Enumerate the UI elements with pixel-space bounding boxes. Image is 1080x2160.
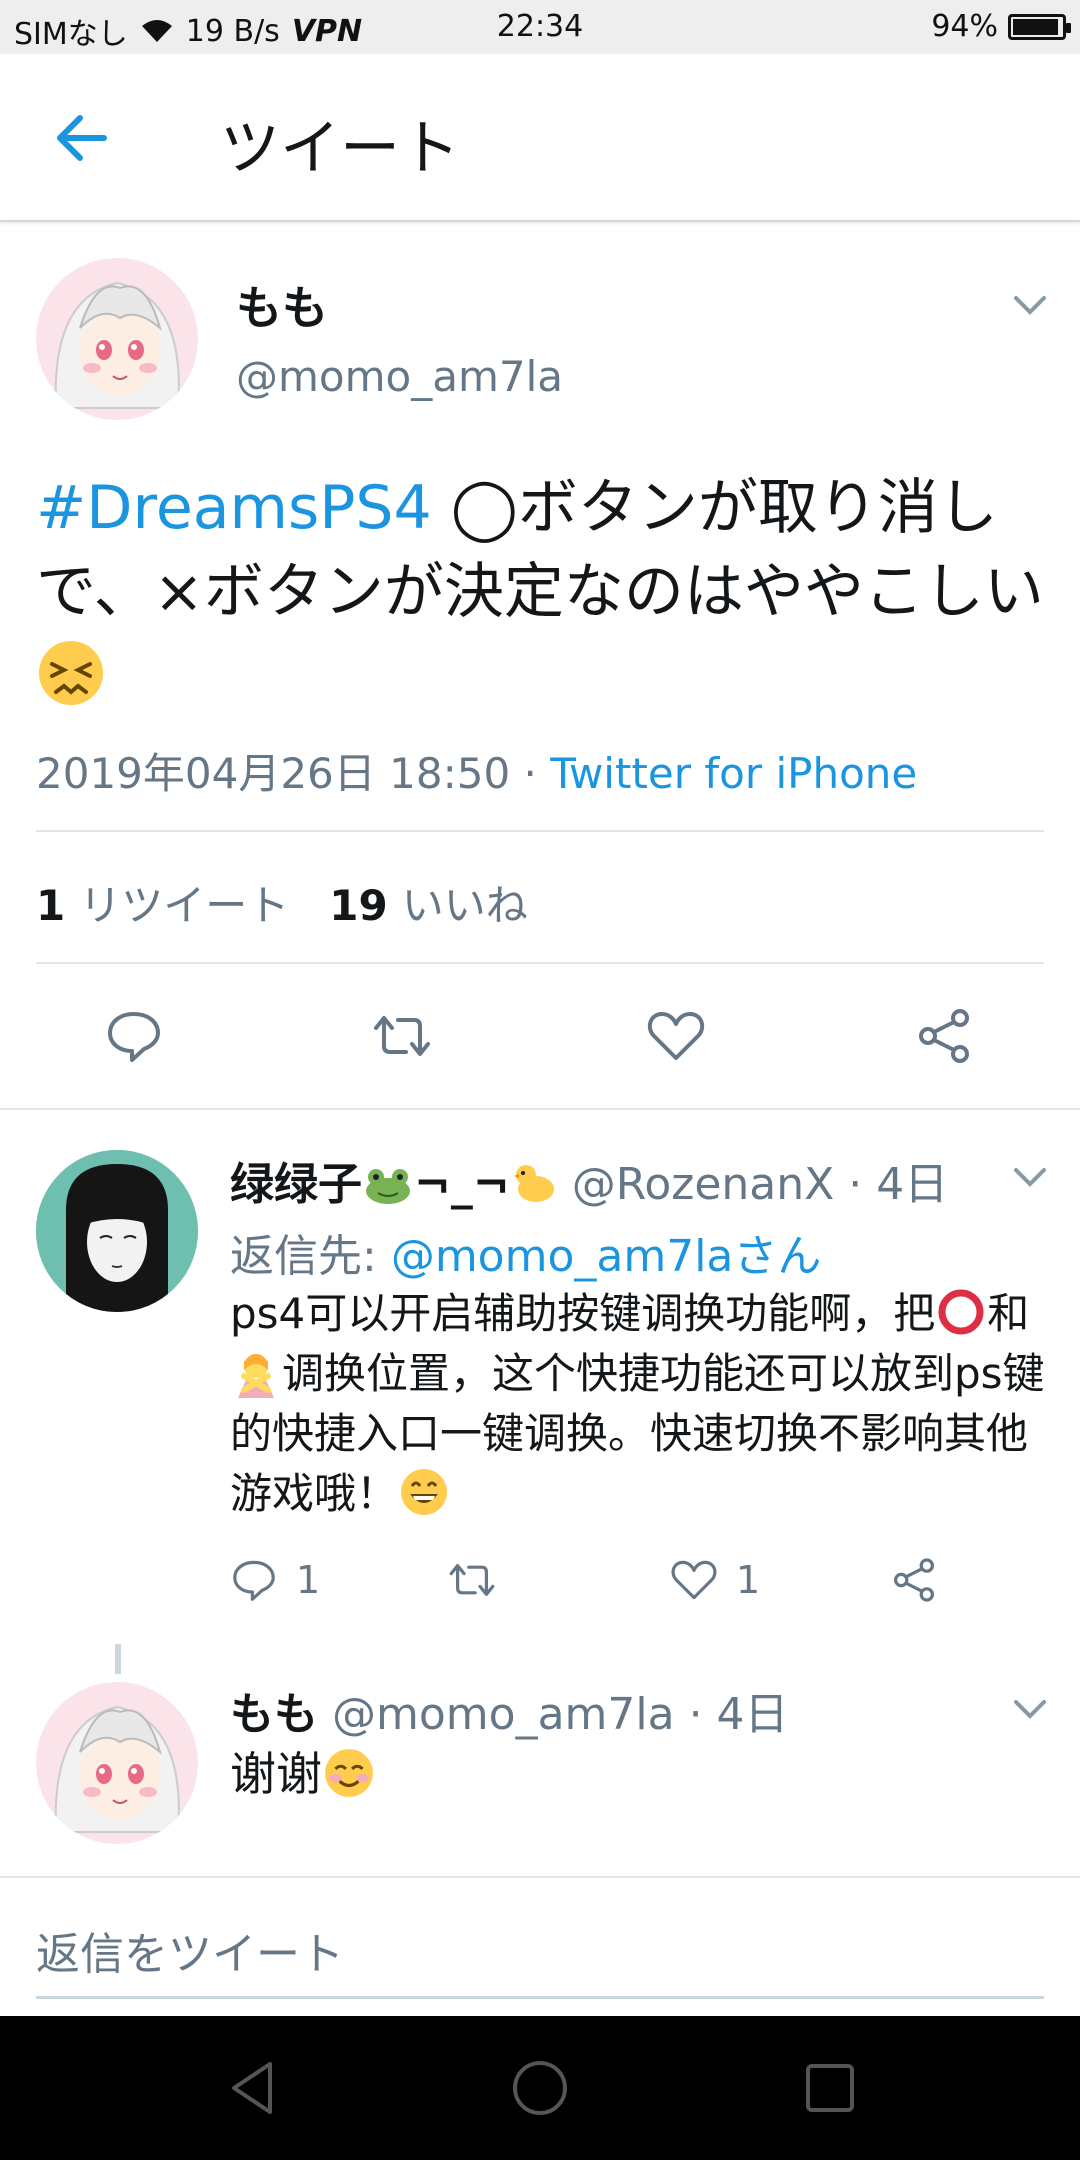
- replying-to-user-link[interactable]: @momo_am7laさん: [391, 1231, 822, 1282]
- reply-count: 1: [296, 1558, 321, 1602]
- divider: [36, 962, 1044, 964]
- reply-text-part: ps4可以开启辅助按键调换功能啊，把: [230, 1289, 936, 1338]
- share-button[interactable]: [890, 1556, 938, 1604]
- home-circle-icon[interactable]: [508, 2056, 572, 2120]
- clock: 22:34: [496, 9, 584, 44]
- retweet-icon[interactable]: [372, 1006, 432, 1066]
- author-handle[interactable]: @momo_am7la: [236, 352, 563, 401]
- like-label: いいね: [401, 881, 528, 930]
- tweet-meta: 2019年04月26日 18:50 · Twitter for iPhone: [36, 740, 917, 801]
- engagement-counts: 1 リツイート 19 いいね: [36, 872, 528, 933]
- reply-author-name[interactable]: もも: [230, 1689, 318, 1740]
- anime-girl-avatar-image: [36, 1682, 198, 1844]
- smiling-face-icon: [322, 1747, 376, 1801]
- persevering-face-icon: [36, 638, 106, 730]
- reply-text-part: 谢谢: [230, 1747, 322, 1801]
- reply-author-name-suffix[interactable]: ¬_¬: [414, 1159, 510, 1210]
- tweet-source-link[interactable]: Twitter for iPhone: [550, 749, 917, 798]
- retweet-count-link[interactable]: 1 リツイート: [36, 872, 289, 933]
- reply-time: · 4日: [834, 1159, 949, 1210]
- reply-time: · 4日: [674, 1689, 789, 1740]
- baby-chick-icon: [510, 1159, 558, 1210]
- divider: [0, 1108, 1080, 1110]
- tweet-actions: [0, 1000, 1080, 1080]
- retweet-count: 1: [36, 881, 66, 930]
- reply-compose-input[interactable]: 返信をツイート: [36, 1918, 344, 1982]
- page-title: ツイート: [220, 114, 460, 184]
- status-bar: SIMなし 19 B/s VPN 22:34 94%: [0, 0, 1080, 54]
- hashtag-link[interactable]: #DreamsPS4: [36, 473, 432, 543]
- tweet-date: 2019年04月26日 18:50: [36, 749, 511, 798]
- battery-percent: 94%: [931, 9, 998, 44]
- meta-separator: ·: [510, 749, 551, 798]
- share-icon[interactable]: [914, 1006, 974, 1066]
- app-header: ツイート: [0, 54, 1080, 222]
- dark-hair-girl-avatar-image: [36, 1150, 198, 1312]
- avatar[interactable]: [36, 1150, 198, 1312]
- reply-input-underline: [36, 1996, 1044, 1999]
- reply-text: 谢谢: [230, 1738, 376, 1804]
- retweet-button[interactable]: [446, 1556, 498, 1604]
- heart-icon: [671, 1560, 717, 1600]
- reply-icon: [233, 1560, 275, 1601]
- reply-actions: 1 1: [230, 1556, 1030, 1616]
- avatar[interactable]: [36, 258, 198, 420]
- back-triangle-icon[interactable]: [222, 2056, 286, 2120]
- reply-header: もも @momo_am7la · 4日: [230, 1678, 789, 1742]
- like-button[interactable]: 1: [670, 1556, 760, 1604]
- chevron-down-icon[interactable]: [1010, 1694, 1050, 1722]
- retweet-icon: [449, 1564, 495, 1596]
- reply-text-part: 和: [987, 1289, 1030, 1338]
- replying-to: 返信先: @momo_am7laさん: [230, 1220, 821, 1284]
- reply-author-name[interactable]: 绿绿子: [230, 1159, 362, 1210]
- reply-author-handle[interactable]: @RozenanX: [572, 1159, 835, 1210]
- avatar[interactable]: [36, 1682, 198, 1844]
- chevron-down-icon[interactable]: [1010, 290, 1050, 318]
- recents-square-icon[interactable]: [798, 2056, 862, 2120]
- reply-header: 绿绿子 ¬_¬ @RozenanX · 4日: [230, 1148, 948, 1212]
- reply-text-part: 调换位置，这个快捷功能还可以放到ps键的快捷入口一键调换。快速切换不影响其他游戏…: [230, 1349, 1045, 1518]
- tweet-text: #DreamsPS4 ◯ボタンが取り消しで、×ボタンが決定なのはややこしい: [36, 466, 1046, 730]
- person-gesturing-no-icon: [230, 1349, 282, 1398]
- chevron-down-icon[interactable]: [1010, 1162, 1050, 1190]
- reply-button[interactable]: 1: [230, 1556, 320, 1604]
- replying-to-prefix: 返信先:: [230, 1231, 391, 1282]
- reply-author-handle[interactable]: @momo_am7la: [332, 1689, 675, 1740]
- divider: [0, 1876, 1080, 1878]
- reply-text: ps4可以开启辅助按键调换功能啊，把 和调换位置，这个快捷功能还可以放到ps键的快…: [230, 1284, 1050, 1524]
- heart-icon[interactable]: [646, 1006, 706, 1066]
- thread-connector: [115, 1644, 121, 1674]
- like-count-link[interactable]: 19 いいね: [329, 872, 527, 933]
- anime-girl-avatar-image: [36, 258, 198, 420]
- retweet-label: リツイート: [79, 881, 290, 930]
- author-name[interactable]: もも: [236, 272, 328, 338]
- like-count: 19: [329, 881, 388, 930]
- share-icon: [894, 1558, 934, 1602]
- like-count: 1: [736, 1558, 761, 1602]
- system-nav-bar: [0, 2016, 1080, 2160]
- frog-icon: [362, 1159, 414, 1210]
- battery-fill: [1013, 18, 1059, 35]
- back-arrow-icon[interactable]: [52, 108, 112, 168]
- divider: [36, 830, 1044, 832]
- grinning-face-icon: [398, 1469, 450, 1518]
- heavy-circle-icon: [935, 1289, 987, 1338]
- reply-icon[interactable]: [104, 1006, 164, 1066]
- battery-icon: [1008, 13, 1071, 40]
